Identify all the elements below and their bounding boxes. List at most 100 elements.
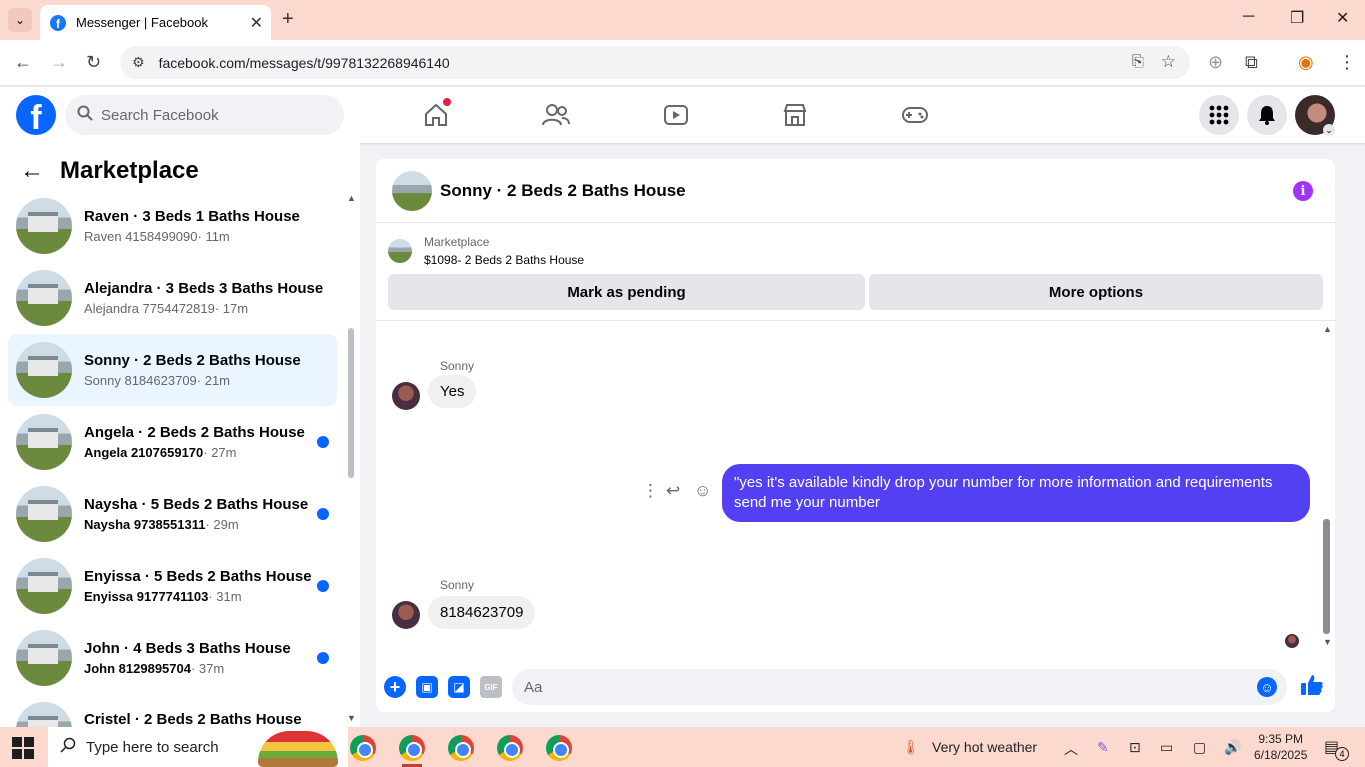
profile-icon[interactable]: ◉ [1298, 52, 1314, 73]
add-more-icon[interactable]: + [384, 676, 406, 698]
weather-text[interactable]: Very hot weather [932, 739, 1037, 755]
home-nav-icon[interactable] [416, 97, 456, 133]
close-tab-icon[interactable]: ✕ [250, 13, 263, 33]
scroll-up-icon[interactable]: ▲ [347, 193, 356, 203]
marketplace-nav-icon[interactable] [775, 97, 815, 133]
conversation-item[interactable]: Cristel · 2 Beds 2 Baths House [8, 694, 337, 727]
battery-icon[interactable]: ▭ [1160, 739, 1173, 756]
attach-photo-icon[interactable]: ▣ [416, 676, 438, 698]
message-input[interactable]: Aa ☺ [512, 669, 1287, 705]
emoji-picker-icon[interactable]: ☺ [1257, 677, 1277, 697]
install-app-icon[interactable]: ⎘ [1132, 53, 1144, 70]
outgoing-message-bubble[interactable]: "yes it's available kindly drop your num… [722, 464, 1310, 522]
facebook-search-input[interactable]: Search Facebook [65, 95, 344, 135]
scroll-up-icon[interactable]: ▲ [1323, 324, 1332, 334]
back-arrow-icon[interactable]: ← [14, 52, 32, 73]
conversation-sender: Angela 2107659170 [84, 445, 204, 460]
browser-tab-messenger[interactable]: f Messenger | Facebook ✕ [40, 5, 271, 40]
notifications-bell-icon[interactable] [1247, 95, 1287, 135]
chat-scrollbar[interactable]: ▲ ▼ [1322, 324, 1332, 649]
menu-grid-icon[interactable] [1199, 95, 1239, 135]
conversation-sender: Raven 4158499090 [84, 229, 198, 244]
more-actions-icon[interactable]: ⋮ [642, 481, 659, 501]
more-options-button[interactable]: More options [869, 274, 1323, 310]
scroll-down-icon[interactable]: ▼ [347, 713, 356, 723]
browser-tab-bar: ⌄ f Messenger | Facebook ✕ + ─ ❐ ✕ [0, 0, 1365, 40]
clock-time: 9:35 PM [1258, 732, 1304, 746]
search-icon [77, 105, 93, 125]
divider [376, 320, 1335, 321]
chrome-taskbar-icon[interactable] [546, 735, 572, 761]
mark-as-pending-button[interactable]: Mark as pending [388, 274, 865, 310]
network-icon[interactable]: ▢ [1193, 739, 1206, 756]
system-clock[interactable]: 9:35 PM 6/18/2025 [1254, 731, 1307, 763]
conversation-item[interactable]: Raven · 3 Beds 1 Baths House Raven 41584… [8, 190, 337, 262]
listing-thumbnail [16, 630, 72, 686]
chat-listing-avatar[interactable] [392, 170, 432, 211]
conversation-title: Alejandra · 3 Beds 3 Baths House [84, 280, 324, 297]
conversation-time: · 29m [205, 517, 239, 532]
scroll-down-icon[interactable]: ▼ [1323, 637, 1332, 647]
scrollbar-thumb[interactable] [1323, 519, 1330, 634]
unread-dot [317, 652, 329, 664]
info-icon[interactable]: i [1293, 181, 1313, 201]
restore-icon[interactable]: ❐ [1290, 8, 1304, 28]
sender-avatar[interactable] [392, 382, 420, 410]
bookmark-star-icon[interactable]: ☆ [1161, 52, 1176, 72]
conversation-item-unread[interactable]: John · 4 Beds 3 Baths House John 8129895… [8, 622, 337, 694]
conversation-item-unread[interactable]: Naysha · 5 Beds 2 Baths House Naysha 973… [8, 478, 337, 550]
minimize-icon[interactable]: ─ [1243, 8, 1254, 26]
friends-nav-icon[interactable] [536, 97, 576, 133]
listing-thumbnail [16, 414, 72, 470]
listing-thumbnail [16, 342, 72, 398]
sender-avatar[interactable] [392, 601, 420, 629]
tab-search-chevron-icon[interactable]: ⌄ [8, 8, 32, 32]
chrome-taskbar-icon[interactable] [448, 735, 474, 761]
chat-title[interactable]: Sonny · 2 Beds 2 Baths House [440, 181, 686, 201]
close-window-icon[interactable]: ✕ [1336, 8, 1349, 28]
site-settings-icon[interactable]: ⚙ [132, 54, 145, 71]
gif-icon[interactable]: GIF [480, 676, 502, 698]
incoming-message-bubble[interactable]: 8184623709 [428, 596, 536, 629]
camera-icon[interactable]: ⊡ [1129, 739, 1141, 756]
volume-icon[interactable]: 🔊 [1224, 739, 1241, 756]
conversation-item-unread[interactable]: Angela · 2 Beds 2 Baths House Angela 210… [8, 406, 337, 478]
conversation-item-active[interactable]: Sonny · 2 Beds 2 Baths House Sonny 81846… [8, 334, 337, 406]
reply-icon[interactable]: ↩ [666, 481, 680, 501]
reload-icon[interactable]: ↻ [86, 52, 101, 73]
conversation-item-unread[interactable]: Enyissa · 5 Beds 2 Baths House Enyissa 9… [8, 550, 337, 622]
sidebar-scrollbar[interactable]: ▲ ▼ [346, 193, 356, 723]
chrome-taskbar-icon[interactable] [497, 735, 523, 761]
conversation-time: · 21m [196, 373, 231, 388]
conversation-item[interactable]: Alejandra · 3 Beds 3 Baths House Alejand… [8, 262, 337, 334]
translate-icon[interactable]: ⊕ [1208, 52, 1223, 73]
scrollbar-thumb[interactable] [348, 328, 354, 478]
forward-arrow-icon[interactable]: → [50, 52, 68, 73]
thermometer-weather-icon[interactable]: 🌡 [902, 739, 920, 756]
sticker-icon[interactable]: ◪ [448, 676, 470, 698]
show-hidden-icons-chevron-icon[interactable]: ︿ [1064, 739, 1078, 759]
taskbar-search-box[interactable]: Type here to search [48, 727, 348, 767]
address-bar[interactable]: ⚙ facebook.com/messages/t/99781322689461… [120, 46, 1190, 79]
facebook-logo-icon[interactable]: f [16, 95, 56, 135]
thumbs-up-like-icon[interactable] [1300, 674, 1324, 702]
incoming-message-bubble[interactable]: Yes [428, 375, 477, 408]
gaming-nav-icon[interactable] [895, 97, 935, 133]
video-nav-icon[interactable] [656, 97, 696, 133]
chat-header: Sonny · 2 Beds 2 Baths House [376, 159, 1335, 223]
back-arrow-icon[interactable]: ← [20, 157, 44, 185]
react-emoji-icon[interactable]: ☺ [694, 481, 711, 501]
marketplace-listing-banner[interactable]: Marketplace $1098- 2 Beds 2 Baths House [388, 235, 584, 267]
message-composer: + ▣ ◪ GIF Aa ☺ [376, 664, 1335, 712]
extensions-icon[interactable]: ⧉ [1245, 52, 1258, 73]
conversation-title: Naysha · 5 Beds 2 Baths House [84, 496, 309, 513]
browser-menu-icon[interactable]: ⋮ [1338, 52, 1356, 73]
new-tab-icon[interactable]: + [282, 8, 294, 31]
windows-taskbar: Type here to search 🌡 Very hot weather ︿… [0, 727, 1365, 767]
chrome-taskbar-icon[interactable] [399, 735, 425, 761]
chrome-taskbar-icon[interactable] [350, 735, 376, 761]
account-chevron-down-icon[interactable]: ⌄ [1323, 124, 1335, 136]
windows-start-icon[interactable] [12, 737, 34, 759]
unread-dot [317, 580, 329, 592]
pen-icon[interactable]: ✎ [1097, 739, 1109, 756]
